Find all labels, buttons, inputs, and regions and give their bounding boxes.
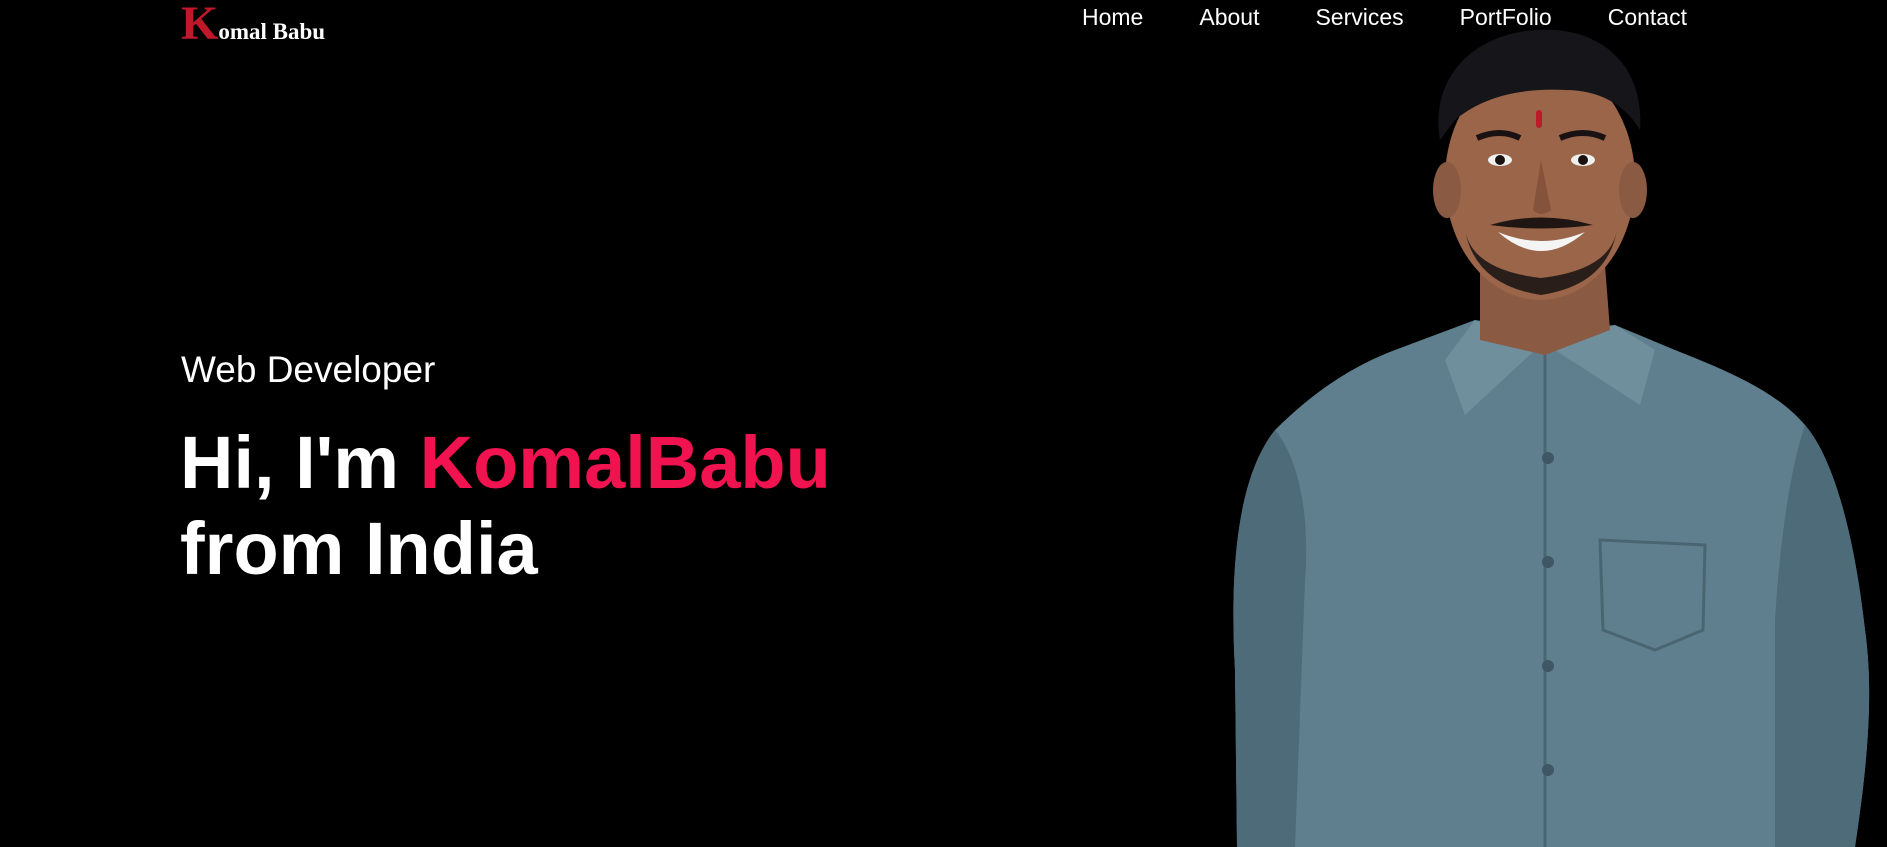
- hero-name: KomalBabu: [419, 421, 831, 504]
- hero-subtitle: Web Developer: [181, 349, 436, 390]
- hero-title: Hi, I'm KomalBabu from India: [180, 420, 831, 592]
- portrait-photo: [1233, 29, 1870, 847]
- logo-initial: K: [181, 0, 219, 50]
- page: Komal Babu Home About Services PortFolio…: [0, 0, 1887, 847]
- hero-origin: from India: [180, 507, 538, 590]
- hero-greeting: Hi, I'm: [180, 421, 420, 504]
- nav-home[interactable]: Home: [1082, 4, 1143, 31]
- logo-text: omal Babu: [218, 19, 326, 44]
- logo[interactable]: Komal Babu: [181, 0, 325, 48]
